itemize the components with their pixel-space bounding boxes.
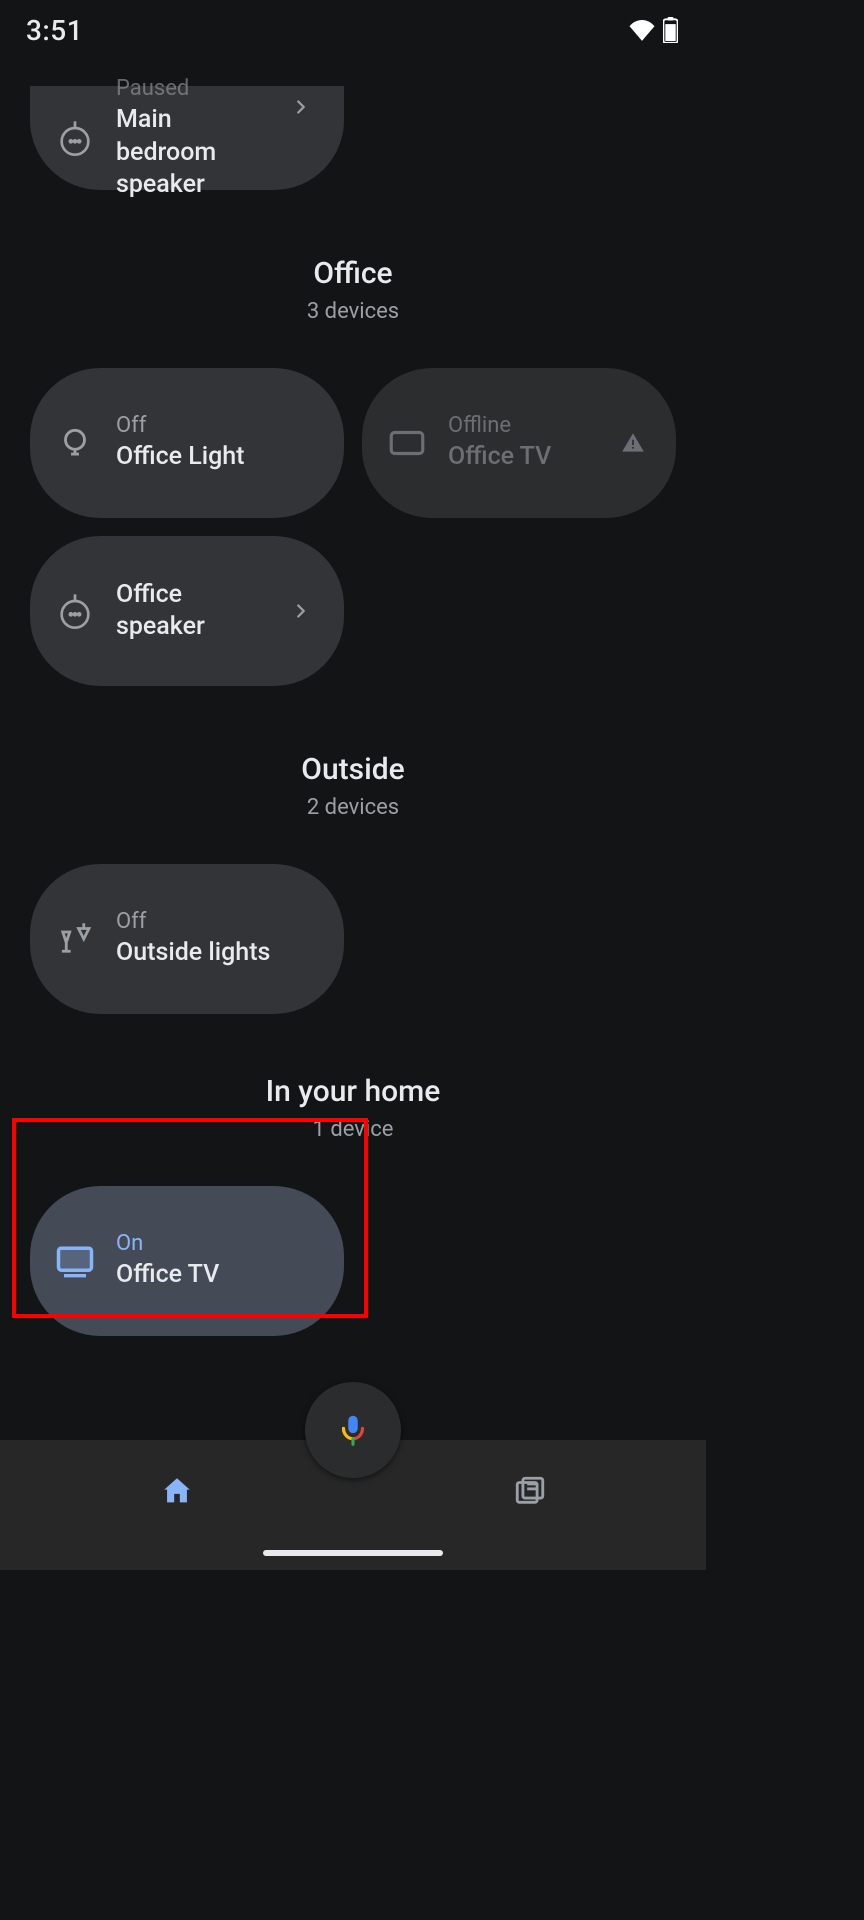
device-name: Outside lights	[116, 937, 316, 970]
status-time: 3:51	[26, 14, 83, 47]
room-subtitle: 2 devices	[30, 795, 676, 820]
assistant-mic-button[interactable]	[305, 1382, 401, 1478]
device-name: Office TV	[448, 441, 600, 474]
battery-icon	[663, 17, 678, 43]
device-card-main-bedroom-speaker[interactable]: Paused Main bedroom speaker	[30, 86, 344, 190]
speaker-icon	[52, 115, 98, 161]
room-subtitle: 1 device	[30, 1117, 676, 1142]
device-card-office-tv-offline[interactable]: Offline Office TV	[362, 368, 676, 518]
chevron-right-icon	[286, 600, 316, 622]
room-subtitle: 3 devices	[30, 299, 676, 324]
tv-icon	[384, 420, 430, 466]
chevron-right-icon	[286, 96, 316, 118]
room-title: In your home	[30, 1074, 676, 1109]
room-title: Outside	[30, 752, 676, 787]
tv-icon	[52, 1238, 98, 1284]
wifi-icon	[629, 19, 655, 41]
room-header-outside[interactable]: Outside 2 devices	[30, 752, 676, 820]
device-card-office-light[interactable]: Off Office Light	[30, 368, 344, 518]
nav-home[interactable]	[0, 1466, 353, 1516]
status-bar: 3:51	[0, 0, 706, 60]
lightbulb-icon	[52, 420, 98, 466]
room-header-office[interactable]: Office 3 devices	[30, 256, 676, 324]
main-content: Paused Main bedroom speaker Office 3 dev…	[0, 86, 706, 1536]
device-status: Offline	[448, 413, 600, 439]
room-title: Office	[30, 256, 676, 291]
status-icons	[629, 17, 678, 43]
device-status: Paused	[116, 76, 268, 102]
device-status: Off	[116, 909, 316, 935]
device-card-office-speaker[interactable]: Office speaker	[30, 536, 344, 686]
device-name: Office speaker	[116, 579, 268, 644]
warning-icon	[618, 430, 648, 456]
device-status: On	[116, 1231, 316, 1257]
device-status: Off	[116, 413, 316, 439]
room-header-in-your-home[interactable]: In your home 1 device	[30, 1074, 676, 1142]
device-name: Main bedroom speaker	[116, 104, 268, 202]
speaker-icon	[52, 588, 98, 634]
device-name: Office TV	[116, 1259, 316, 1292]
gesture-bar[interactable]	[263, 1550, 443, 1556]
lamp-group-icon	[52, 916, 98, 962]
device-name: Office Light	[116, 441, 316, 474]
device-card-office-tv-on[interactable]: On Office TV	[30, 1186, 344, 1336]
nav-feed[interactable]	[353, 1466, 706, 1516]
device-card-outside-lights[interactable]: Off Outside lights	[30, 864, 344, 1014]
